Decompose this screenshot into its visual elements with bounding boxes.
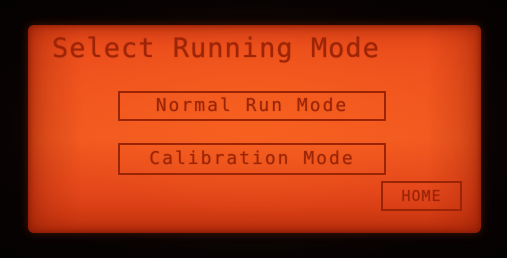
- normal-run-mode-button[interactable]: Normal Run Mode: [118, 91, 386, 121]
- home-button[interactable]: HOME: [381, 181, 462, 211]
- calibration-mode-button[interactable]: Calibration Mode: [118, 143, 386, 175]
- screen-title: Select Running Mode: [52, 33, 380, 64]
